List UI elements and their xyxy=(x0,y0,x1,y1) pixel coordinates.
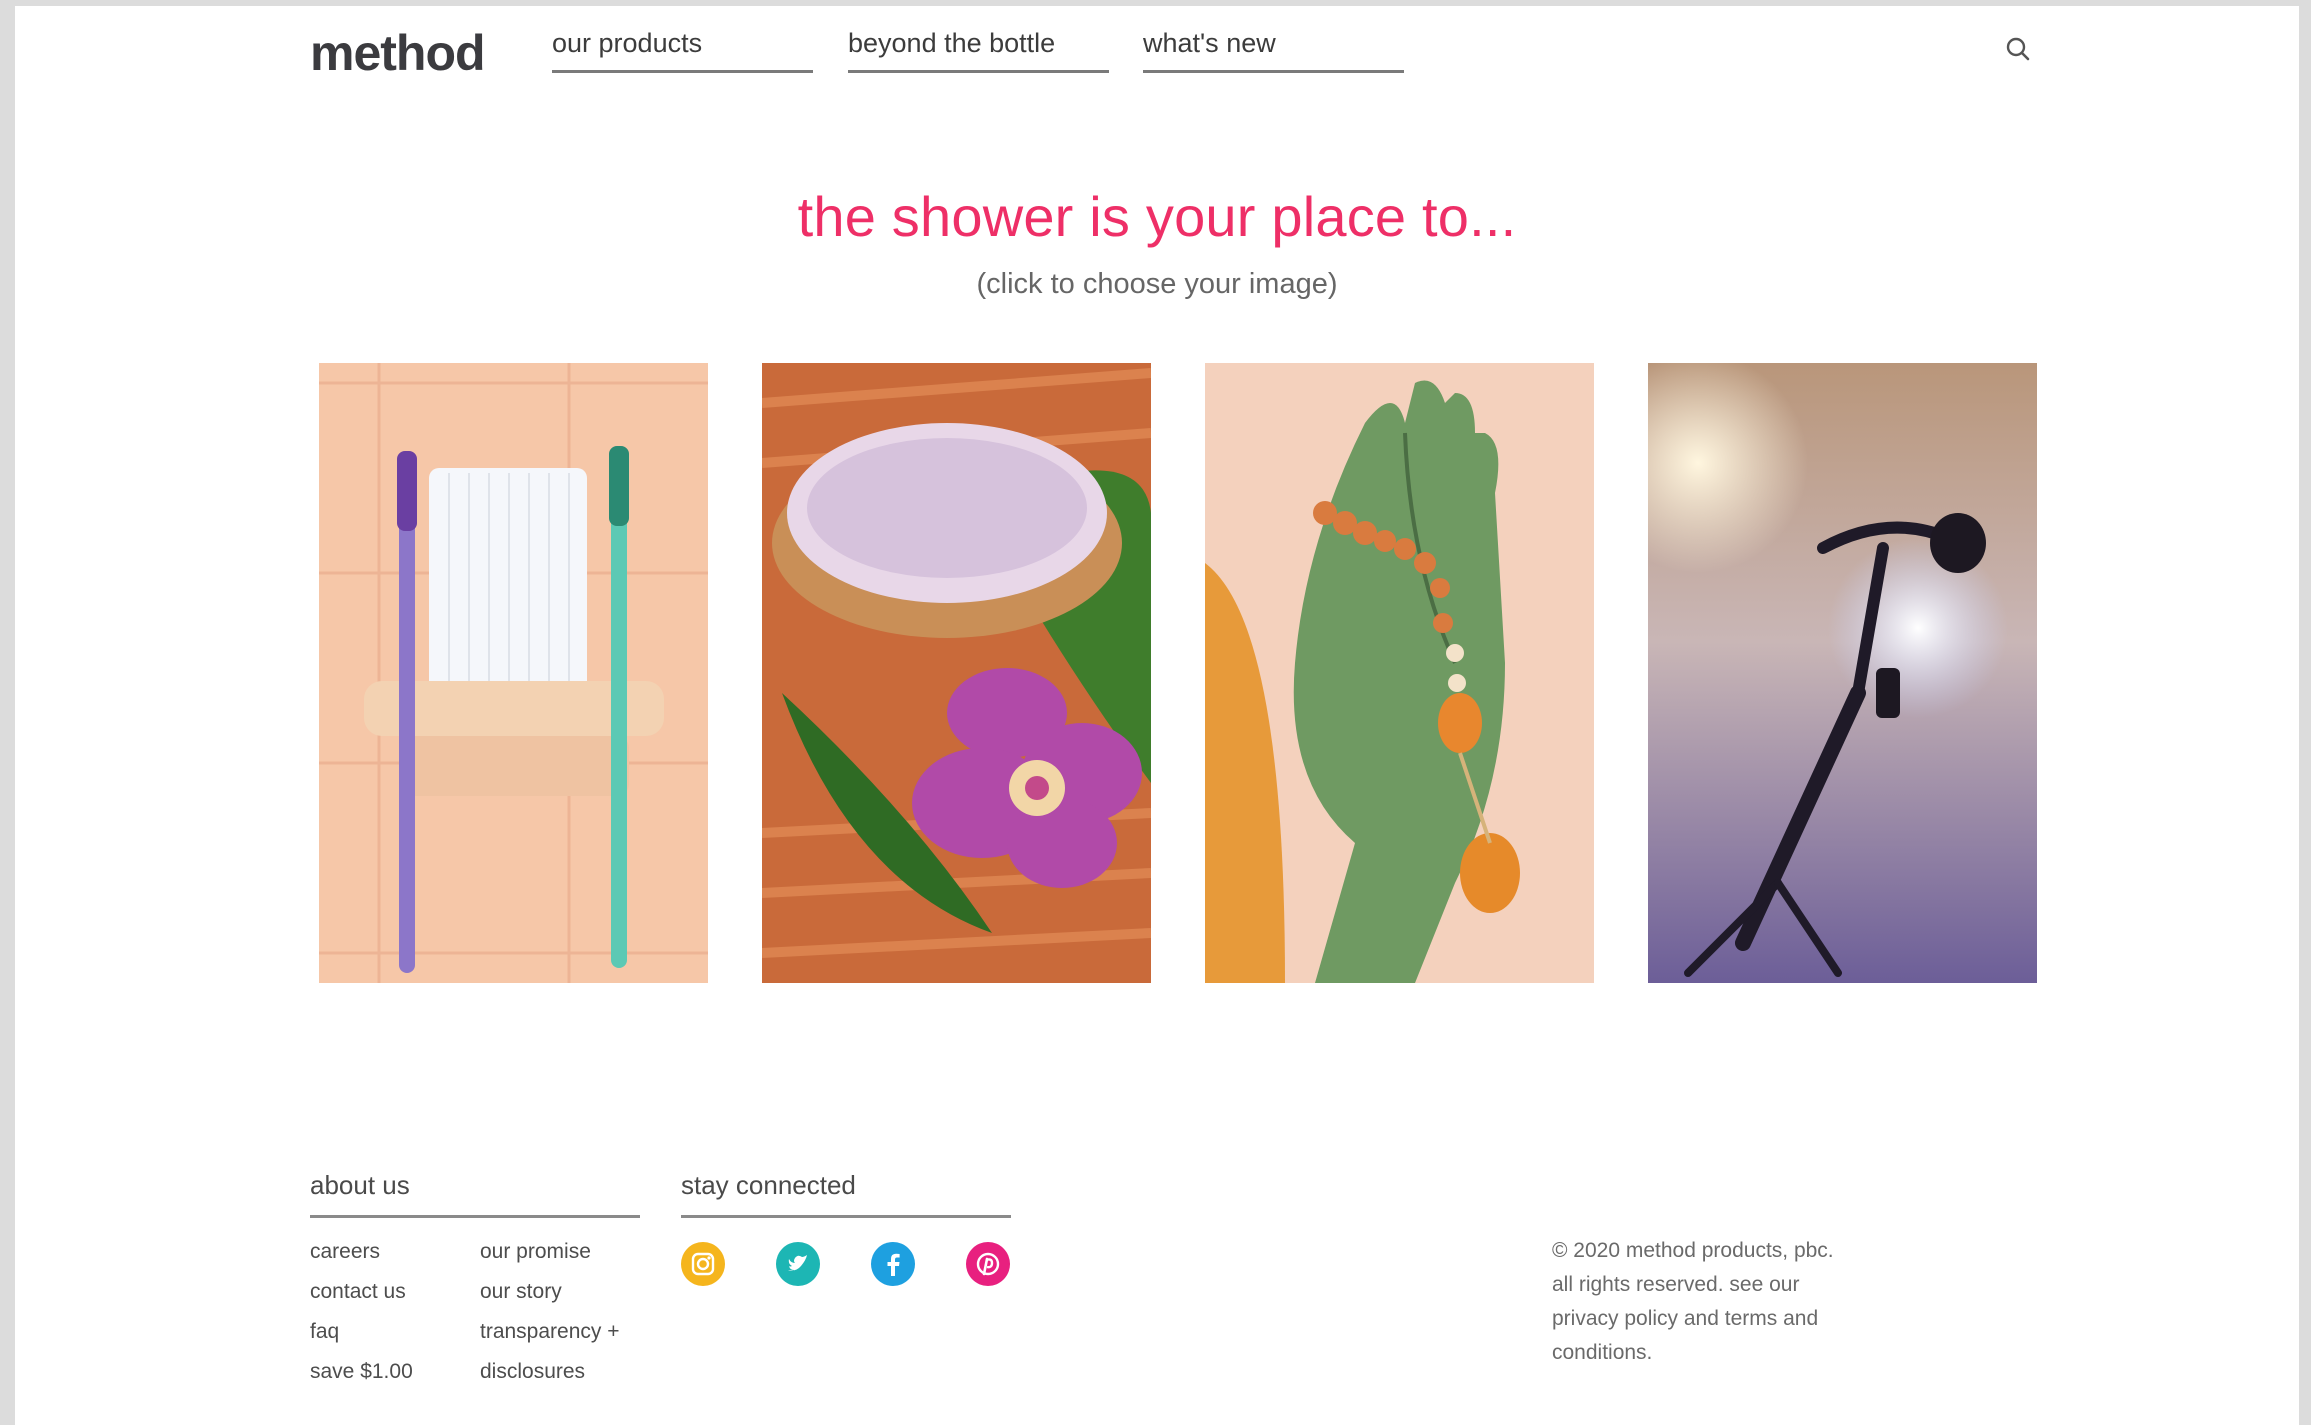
nav-whats-new[interactable]: what's new xyxy=(1143,26,1404,73)
footer-link-disclosures[interactable]: disclosures xyxy=(480,1360,585,1384)
copyright-line: all rights reserved. see our xyxy=(1552,1273,1800,1296)
search-icon[interactable] xyxy=(2005,36,2031,62)
method-logo[interactable]: method xyxy=(310,24,486,82)
footer-link-our-story[interactable]: our story xyxy=(480,1280,562,1304)
copyright-line: © 2020 method products, pbc. xyxy=(1552,1239,1834,1262)
footer-link-our-promise[interactable]: our promise xyxy=(480,1240,591,1264)
footer-link-transparency[interactable]: transparency + xyxy=(480,1320,620,1344)
pinterest-icon[interactable] xyxy=(966,1242,1010,1286)
copyright-notice: © 2020 method products, pbc. all rights … xyxy=(1552,1234,1882,1370)
nav-our-products[interactable]: our products xyxy=(552,26,813,73)
nav-label: our products xyxy=(552,28,703,58)
praying-hand-statue-image[interactable] xyxy=(1205,363,1594,983)
nav-beyond-the-bottle[interactable]: beyond the bottle xyxy=(848,26,1109,73)
instagram-icon[interactable] xyxy=(681,1242,725,1286)
about-us-heading: about us xyxy=(310,1170,640,1218)
footer-link-faq[interactable]: faq xyxy=(310,1320,339,1344)
stay-connected-heading: stay connected xyxy=(681,1170,1011,1218)
twitter-icon[interactable] xyxy=(776,1242,820,1286)
page-subtitle: (click to choose your image) xyxy=(976,268,1338,300)
page: method our products beyond the bottle wh… xyxy=(15,6,2299,1425)
microphone-stage-image[interactable] xyxy=(1648,363,2037,983)
footer-link-careers[interactable]: careers xyxy=(310,1240,380,1264)
page-title: the shower is your place to... xyxy=(797,185,1517,248)
nav-label: what's new xyxy=(1143,28,1276,58)
toothbrush-holder-image[interactable] xyxy=(319,363,708,983)
nav-label: beyond the bottle xyxy=(848,28,1056,58)
bath-salt-orchid-image[interactable] xyxy=(762,363,1151,983)
facebook-icon[interactable] xyxy=(871,1242,915,1286)
footer-link-save[interactable]: save $1.00 xyxy=(310,1360,413,1384)
privacy-terms-link[interactable]: privacy policy and terms and xyxy=(1552,1302,1882,1336)
footer-link-contact-us[interactable]: contact us xyxy=(310,1280,406,1304)
copyright-line: conditions. xyxy=(1552,1341,1653,1364)
